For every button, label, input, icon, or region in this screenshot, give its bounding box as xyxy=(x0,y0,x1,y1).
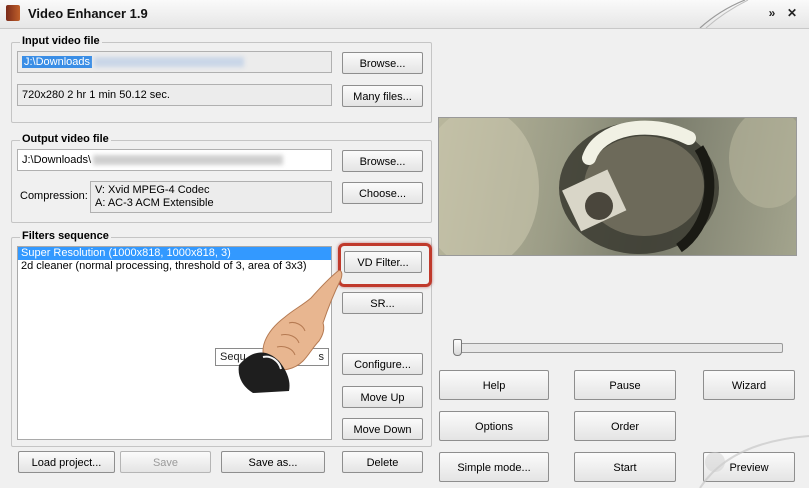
input-path-field[interactable]: J:\Downloads xyxy=(17,51,332,73)
minimize-chevrons-icon[interactable]: » xyxy=(764,4,780,22)
sr-button[interactable]: SR... xyxy=(342,292,423,314)
output-browse-button[interactable]: Browse... xyxy=(342,150,423,172)
title-bar: Video Enhancer 1.9 » ✕ xyxy=(0,0,809,29)
compression-label: Compression: xyxy=(20,190,88,202)
save-as-button[interactable]: Save as... xyxy=(221,451,325,473)
close-icon[interactable]: ✕ xyxy=(784,4,800,22)
help-button[interactable]: Help xyxy=(439,370,549,400)
preview-frame-image xyxy=(439,118,796,255)
position-slider-track[interactable] xyxy=(455,343,783,353)
pointing-hand-icon xyxy=(238,270,343,393)
video-preview xyxy=(438,117,797,256)
title-swoosh-decoration xyxy=(699,0,749,28)
move-down-button[interactable]: Move Down xyxy=(342,418,423,440)
start-button[interactable]: Start xyxy=(574,452,676,482)
wizard-button[interactable]: Wizard xyxy=(703,370,795,400)
simple-mode-button[interactable]: Simple mode... xyxy=(439,452,549,482)
vd-filter-button[interactable]: VD Filter... xyxy=(344,251,422,273)
many-files-button[interactable]: Many files... xyxy=(342,85,423,107)
redacted-output-filename xyxy=(93,155,284,166)
filter-item[interactable]: Super Resolution (1000x818, 1000x818, 3) xyxy=(18,247,331,260)
watermark-logo xyxy=(699,435,809,488)
compression-field: V: Xvid MPEG-4 Codec A: AC-3 ACM Extensi… xyxy=(90,181,332,213)
filters-group-label: Filters sequence xyxy=(20,230,111,242)
redacted-filename xyxy=(94,57,245,68)
input-path-text: J:\Downloads xyxy=(22,56,93,68)
position-slider-thumb[interactable] xyxy=(453,339,462,356)
audio-codec-text: A: AC-3 ACM Extensible xyxy=(95,197,214,209)
load-project-button[interactable]: Load project... xyxy=(18,451,115,473)
input-group-label: Input video file xyxy=(20,35,102,47)
choose-compression-button[interactable]: Choose... xyxy=(342,182,423,204)
output-group-label: Output video file xyxy=(20,133,111,145)
input-browse-button[interactable]: Browse... xyxy=(342,52,423,74)
output-path-field[interactable]: J:\Downloads\ xyxy=(17,149,332,171)
video-codec-text: V: Xvid MPEG-4 Codec xyxy=(95,184,210,196)
output-path-text: J:\Downloads\ xyxy=(22,154,92,166)
input-info-field: 720x280 2 hr 1 min 50.12 sec. xyxy=(17,84,332,106)
pause-button[interactable]: Pause xyxy=(574,370,676,400)
app-icon xyxy=(6,5,20,21)
move-up-button[interactable]: Move Up xyxy=(342,386,423,408)
window-title: Video Enhancer 1.9 xyxy=(28,6,148,21)
configure-button[interactable]: Configure... xyxy=(342,353,423,375)
save-button[interactable]: Save xyxy=(120,451,211,473)
delete-button[interactable]: Delete xyxy=(342,451,423,473)
options-button[interactable]: Options xyxy=(439,411,549,441)
order-button[interactable]: Order xyxy=(574,411,676,441)
